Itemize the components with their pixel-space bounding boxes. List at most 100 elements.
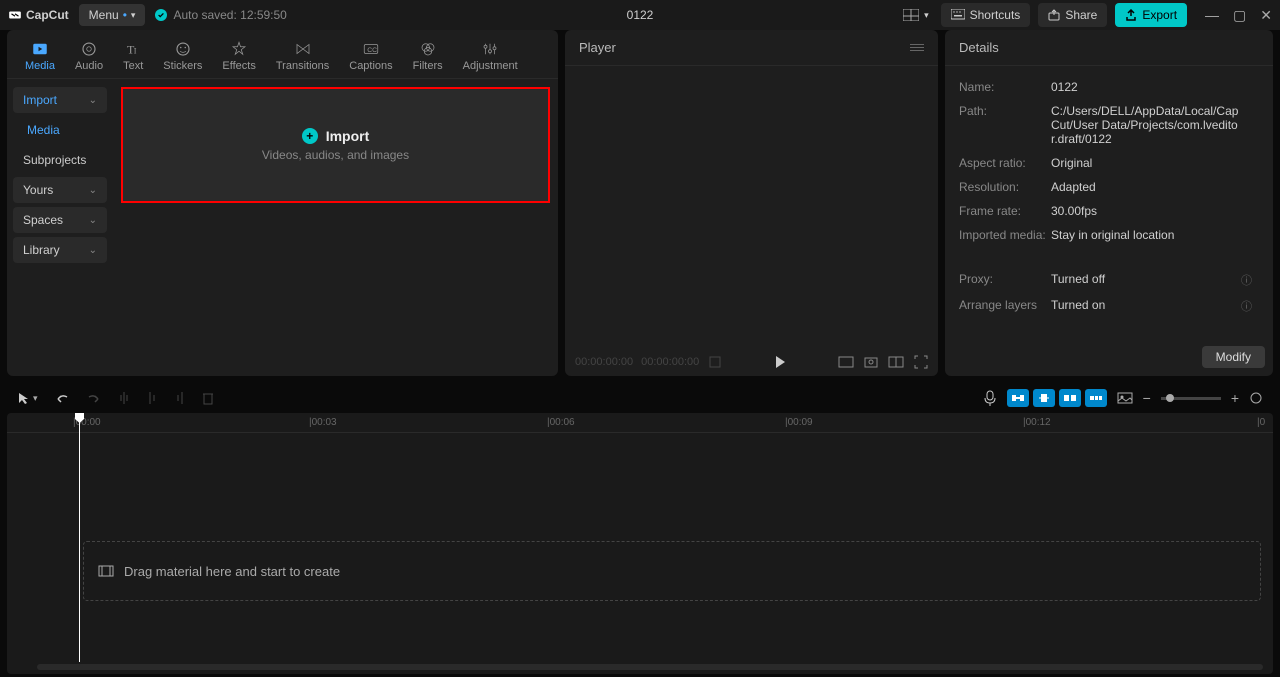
chevron-down-icon: ⌄ [89, 95, 97, 106]
chevron-down-icon: ⌄ [89, 245, 97, 256]
autosave-status: Auto saved: 12:59:50 [155, 8, 286, 22]
tab-media[interactable]: Media [15, 34, 65, 78]
details-header: Details [959, 40, 999, 55]
stickers-icon [174, 40, 192, 58]
minimize-button[interactable]: — [1205, 7, 1219, 24]
compare-icon[interactable] [888, 356, 904, 368]
drop-hint: Drag material here and start to create [124, 564, 340, 579]
player-header: Player [579, 40, 616, 55]
tab-audio[interactable]: Audio [65, 34, 113, 78]
tab-adjustment[interactable]: Adjustment [453, 34, 528, 78]
timeline-dropzone[interactable]: Drag material here and start to create [83, 541, 1261, 601]
delete-button[interactable] [202, 391, 214, 405]
clip-icon [98, 565, 114, 577]
playhead[interactable] [79, 413, 80, 662]
modify-button[interactable]: Modify [1202, 346, 1265, 368]
player-menu-icon[interactable] [910, 44, 924, 51]
time-total: 00:00:00:00 [641, 356, 699, 368]
sidebar-subprojects[interactable]: Subprojects [13, 147, 107, 173]
share-icon [1048, 9, 1060, 21]
time-current: 00:00:00:00 [575, 356, 633, 368]
detail-name-label: Name: [959, 80, 1049, 94]
sidebar-import[interactable]: Import⌄ [13, 87, 107, 113]
timeline-scrollbar[interactable] [37, 664, 1263, 670]
tab-text[interactable]: TIText [113, 34, 153, 78]
detail-framerate-label: Frame rate: [959, 204, 1049, 218]
zoom-fit[interactable] [1249, 391, 1263, 405]
share-button[interactable]: Share [1038, 3, 1107, 27]
maximize-button[interactable]: ▢ [1233, 7, 1246, 24]
media-icon [31, 40, 49, 58]
chevron-down-icon: ⌄ [89, 185, 97, 196]
zoom-slider[interactable] [1161, 397, 1221, 400]
auto-snap[interactable] [1033, 389, 1055, 407]
shortcuts-button[interactable]: Shortcuts [941, 3, 1031, 27]
detail-arrange-value: Turned on [1051, 298, 1239, 314]
info-icon[interactable]: ⓘ [1241, 298, 1259, 314]
detail-imported-label: Imported media: [959, 228, 1049, 242]
detail-path-value: C:/Users/DELL/AppData/Local/CapCut/User … [1051, 104, 1239, 146]
tab-stickers[interactable]: Stickers [153, 34, 212, 78]
selection-tool[interactable]: ▾ [17, 391, 38, 405]
detail-imported-value: Stay in original location [1051, 228, 1239, 242]
info-icon[interactable]: ⓘ [1241, 272, 1259, 288]
check-icon [155, 9, 167, 21]
zoom-out[interactable]: − [1143, 390, 1151, 406]
split-button[interactable] [118, 391, 130, 405]
menu-button[interactable]: Menu•▾ [79, 4, 146, 26]
linkage-toggle[interactable] [1059, 389, 1081, 407]
prev-frame-icon[interactable] [709, 356, 721, 368]
export-button[interactable]: Export [1115, 3, 1187, 27]
detail-framerate-value: 30.00fps [1051, 204, 1239, 218]
tab-captions[interactable]: CCCaptions [339, 34, 402, 78]
player-controls: 00:00:00:00 00:00:00:00 [565, 348, 938, 376]
text-icon: TI [124, 40, 142, 58]
record-button[interactable] [983, 390, 997, 406]
detail-aspect-label: Aspect ratio: [959, 156, 1049, 170]
ruler-tick: |00:03 [309, 417, 337, 428]
detail-path-label: Path: [959, 104, 1049, 146]
fullscreen-icon[interactable] [914, 355, 928, 369]
filters-icon [419, 40, 437, 58]
titlebar: CapCut Menu•▾ Auto saved: 12:59:50 0122 … [0, 0, 1280, 30]
player-panel: Player 00:00:00:00 00:00:00:00 [565, 30, 938, 376]
detail-proxy-value: Turned off [1051, 272, 1239, 288]
detail-resolution-label: Resolution: [959, 180, 1049, 194]
cover-button[interactable] [1117, 392, 1133, 404]
undo-button[interactable] [54, 391, 70, 405]
play-button[interactable] [772, 354, 788, 370]
transitions-icon [294, 40, 312, 58]
tab-transitions[interactable]: Transitions [266, 34, 339, 78]
media-sidebar: Import⌄ Media Subprojects Yours⌄ Spaces⌄… [7, 79, 113, 376]
layout-icon [903, 9, 919, 21]
sidebar-spaces[interactable]: Spaces⌄ [13, 207, 107, 233]
close-button[interactable]: ✕ [1260, 7, 1272, 24]
main-track-magnet[interactable] [1007, 389, 1029, 407]
preview-axis[interactable] [1085, 389, 1107, 407]
plus-icon: + [302, 128, 318, 144]
timeline-toolbar: ▾ − + [7, 383, 1273, 413]
player-viewport [565, 66, 938, 348]
zoom-in[interactable]: + [1231, 390, 1239, 406]
tab-effects[interactable]: Effects [212, 34, 265, 78]
layout-button[interactable]: ▾ [899, 5, 933, 25]
timeline-ruler[interactable]: |00:00 |00:03 |00:06 |00:09 |00:12 |0 [7, 413, 1273, 433]
timeline[interactable]: |00:00 |00:03 |00:06 |00:09 |00:12 |0 Dr… [7, 413, 1273, 674]
import-dropzone[interactable]: + Import Videos, audios, and images [121, 87, 550, 203]
snapshot-icon[interactable] [864, 355, 878, 369]
sidebar-media[interactable]: Media [13, 117, 107, 143]
split-left-button[interactable] [146, 391, 158, 405]
media-tabs: Media Audio TIText Stickers Effects Tran… [7, 30, 558, 79]
captions-icon: CC [362, 40, 380, 58]
keyboard-icon [951, 9, 965, 21]
sidebar-yours[interactable]: Yours⌄ [13, 177, 107, 203]
capcut-logo-icon [8, 8, 22, 22]
split-right-button[interactable] [174, 391, 186, 405]
project-title: 0122 [627, 8, 654, 22]
export-icon [1125, 9, 1137, 21]
ratio-icon[interactable] [838, 356, 854, 368]
audio-icon [80, 40, 98, 58]
redo-button[interactable] [86, 391, 102, 405]
tab-filters[interactable]: Filters [403, 34, 453, 78]
sidebar-library[interactable]: Library⌄ [13, 237, 107, 263]
